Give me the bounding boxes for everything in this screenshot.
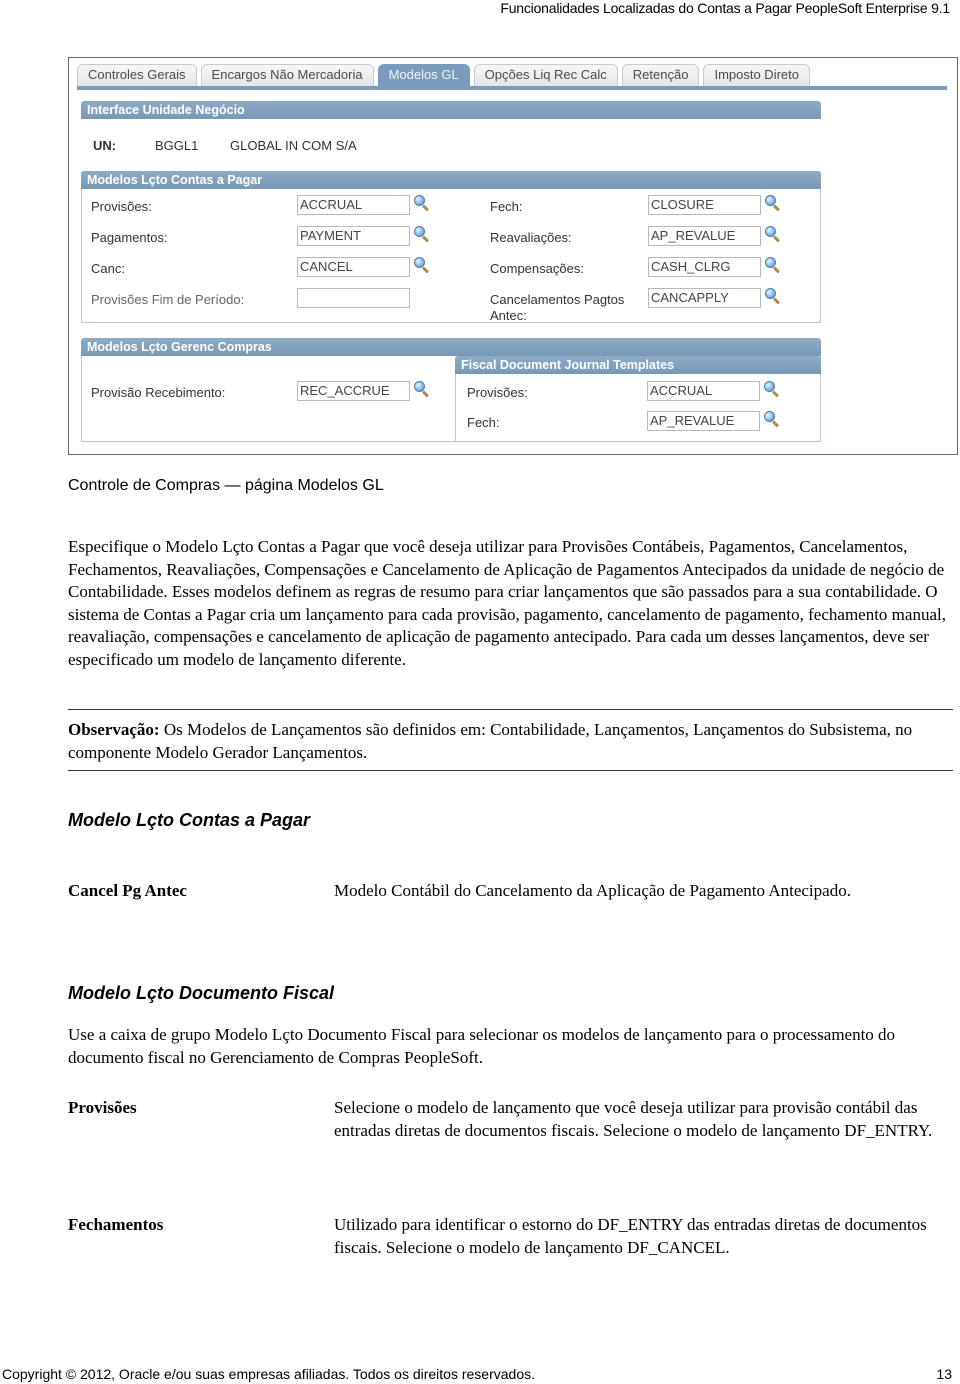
fiscal-fech-label: Fech: [467,415,500,430]
tab-modelos-gl[interactable]: Modelos GL [377,64,470,88]
provisoes-fim-periodo-label: Provisões Fim de Período: [91,292,245,307]
note-label: Observação: [68,720,160,739]
tab-encargos-nao-mercadoria[interactable]: Encargos Não Mercadoria [200,64,374,86]
fiscal-provisoes-lookup-icon[interactable] [763,381,781,399]
definition-cancel-pg-antec: Modelo Contábil do Cancelamento da Aplic… [334,881,851,900]
term-provisoes: Provisões [68,1098,137,1117]
fiscal-provisoes-label: Provisões: [467,385,528,400]
tab-opcoes-liq-rec-calc[interactable]: Opções Liq Rec Calc [473,64,618,86]
term-fechamentos: Fechamentos [68,1215,164,1234]
provisoes-input[interactable]: ACCRUAL [297,195,410,215]
note-paragraph: Observação: Os Modelos de Lançamentos sã… [68,719,953,764]
copyright-text: Copyright © 2012, Oracle e/ou suas empre… [2,1366,535,1382]
fiscal-templates-header: Fiscal Document Journal Templates [455,356,821,374]
page-header: Funcionalidades Localizadas do Contas a … [500,0,950,16]
reavaliacoes-label: Reavaliações: [490,230,572,245]
canc-label: Canc: [91,261,125,276]
provisoes-lookup-icon[interactable] [413,195,431,213]
compensacoes-label: Compensações: [490,261,584,276]
canc-input[interactable]: CANCEL [297,257,410,277]
provisoes-label: Provisões: [91,199,152,214]
provisao-recebimento-lookup-icon[interactable] [413,381,431,399]
un-label: UN: [93,138,117,153]
pagamentos-input[interactable]: PAYMENT [297,226,410,246]
tab-bar: Controles Gerais Encargos Não Mercadoria… [77,64,814,88]
definition-fechamentos: Utilizado para identificar o estorno do … [334,1215,927,1257]
fiscal-fech-input[interactable]: AP_REVALUE [647,411,760,431]
intro-paragraph: Especifique o Modelo Lçto Contas a Pagar… [68,537,946,669]
cancelamentos-pagtos-antec-input[interactable]: CANCAPPLY [648,288,761,308]
fiscal-fech-lookup-icon[interactable] [763,411,781,429]
compensacoes-input[interactable]: CASH_CLRG [648,257,761,277]
reavaliacoes-input[interactable]: AP_REVALUE [648,226,761,246]
provisoes-fim-periodo-input[interactable] [297,288,410,308]
un-name: GLOBAL IN COM S/A [230,138,357,153]
compensacoes-lookup-icon[interactable] [764,257,782,275]
note-bottom-rule [68,770,953,771]
canc-lookup-icon[interactable] [413,257,431,275]
definition-provisoes: Selecione o modelo de lançamento que voc… [334,1098,933,1140]
tab-imposto-direto[interactable]: Imposto Direto [703,64,810,86]
fiscal-provisoes-input[interactable]: ACCRUAL [647,381,760,401]
fech-input[interactable]: CLOSURE [648,195,761,215]
un-code: BGGL1 [155,138,199,153]
fech-label: Fech: [490,199,523,214]
section-heading-fiscal-template: Modelo Lçto Documento Fiscal [68,983,335,1003]
tab-controles-gerais[interactable]: Controles Gerais [77,64,197,86]
cancelamentos-pagtos-antec-label: Cancelamentos Pagtos Antec: [490,292,625,323]
note-text: Os Modelos de Lançamentos são definidos … [68,720,913,762]
term-cancel-pg-antec: Cancel Pg Antec [68,881,187,900]
page-number: 13 [936,1366,952,1382]
reavaliacoes-lookup-icon[interactable] [764,226,782,244]
pagamentos-lookup-icon[interactable] [413,226,431,244]
cancelamentos-pagtos-antec-lookup-icon[interactable] [764,288,782,306]
pagamentos-label: Pagamentos: [91,230,168,245]
tab-underline [77,86,947,90]
provisao-recebimento-label: Provisão Recebimento: [91,385,226,400]
fiscal-intro-paragraph: Use a caixa de grupo Modelo Lçto Documen… [68,1025,896,1067]
figure-caption: Controle de Compras — página Modelos GL [68,477,384,494]
peoplesoft-screenshot: Controles Gerais Encargos Não Mercadoria… [68,57,958,455]
ap-templates-header: Modelos Lçto Contas a Pagar [81,171,821,189]
tab-retencao[interactable]: Retenção [621,64,700,86]
interface-section-header: Interface Unidade Negócio [81,101,821,119]
fech-lookup-icon[interactable] [764,195,782,213]
section-heading-ap-template: Modelo Lçto Contas a Pagar [68,810,311,830]
note-top-rule [68,709,953,710]
purchasing-templates-header: Modelos Lçto Gerenc Compras [81,338,821,356]
provisao-recebimento-input[interactable]: REC_ACCRUE [297,381,410,401]
